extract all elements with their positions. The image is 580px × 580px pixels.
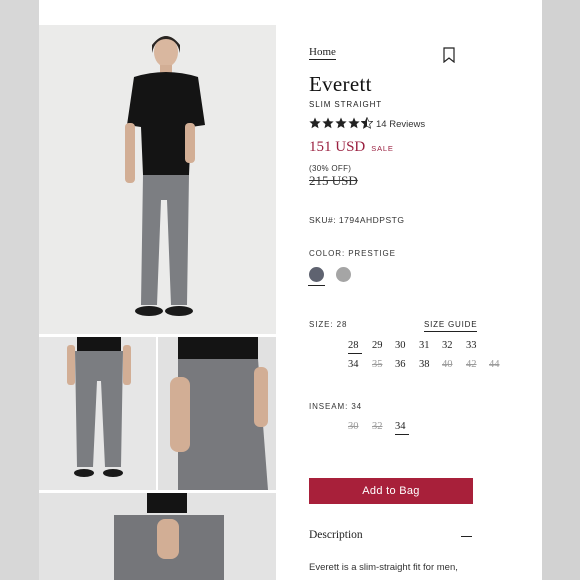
size-guide-link[interactable]: SIZE GUIDE bbox=[424, 320, 478, 332]
sku-text: SKU#: 1794AHDPSTG bbox=[309, 215, 405, 225]
size-option[interactable]: 40 bbox=[442, 359, 456, 371]
star-icon bbox=[335, 117, 347, 129]
sale-badge: SALE bbox=[371, 144, 394, 153]
size-option[interactable]: 30 bbox=[395, 340, 409, 352]
size-option[interactable]: 28 bbox=[348, 340, 362, 354]
discount-percent: (30% OFF) bbox=[309, 164, 352, 173]
size-option[interactable]: 33 bbox=[466, 340, 480, 352]
inseam-option[interactable]: 30 bbox=[348, 421, 362, 433]
half-star-icon bbox=[361, 117, 373, 129]
star-icon bbox=[348, 117, 360, 129]
sale-price: 151 USD bbox=[309, 139, 366, 155]
left-backdrop bbox=[0, 0, 39, 580]
swatch-selected-indicator bbox=[308, 285, 325, 286]
color-swatch-grey[interactable] bbox=[336, 267, 351, 282]
product-photo-detail-pocket[interactable] bbox=[158, 337, 276, 490]
size-option[interactable]: 44 bbox=[489, 359, 503, 371]
reviews-link[interactable]: 14 Reviews bbox=[376, 119, 425, 130]
size-option[interactable]: 38 bbox=[419, 359, 433, 371]
description-text: Everett is a slim-straight fit for men, bbox=[309, 562, 458, 573]
star-rating[interactable] bbox=[309, 117, 373, 129]
product-subtitle: SLIM STRAIGHT bbox=[309, 100, 383, 109]
product-photo-side[interactable] bbox=[39, 493, 276, 580]
star-icon bbox=[322, 117, 334, 129]
collapse-icon[interactable] bbox=[461, 536, 472, 537]
inseam-option[interactable]: 32 bbox=[372, 421, 386, 433]
size-option[interactable]: 32 bbox=[442, 340, 456, 352]
size-option[interactable]: 36 bbox=[395, 359, 409, 371]
size-option[interactable]: 35 bbox=[372, 359, 386, 371]
original-price: 215 USD bbox=[309, 173, 358, 188]
inseam-label: INSEAM: 34 bbox=[309, 402, 363, 411]
description-toggle[interactable]: Description bbox=[309, 529, 363, 541]
bookmark-icon[interactable] bbox=[442, 47, 456, 63]
star-icon bbox=[309, 117, 321, 129]
price-block: 151 USD SALE bbox=[309, 139, 394, 156]
size-option[interactable]: 42 bbox=[466, 359, 480, 371]
add-to-bag-button[interactable]: Add to Bag bbox=[309, 478, 473, 504]
size-label: SIZE: 28 bbox=[309, 320, 348, 329]
product-photo-front-jeans[interactable] bbox=[39, 337, 156, 490]
product-photo-main[interactable] bbox=[39, 25, 276, 334]
right-backdrop bbox=[542, 0, 580, 580]
breadcrumb-home-link[interactable]: Home bbox=[309, 46, 336, 60]
inseam-option[interactable]: 34 bbox=[395, 421, 409, 435]
product-title: Everett bbox=[309, 72, 372, 96]
color-label: COLOR: PRESTIGE bbox=[309, 249, 396, 258]
color-swatch-prestige[interactable] bbox=[309, 267, 324, 282]
size-option[interactable]: 34 bbox=[348, 359, 362, 371]
size-option[interactable]: 29 bbox=[372, 340, 386, 352]
size-option[interactable]: 31 bbox=[419, 340, 433, 352]
